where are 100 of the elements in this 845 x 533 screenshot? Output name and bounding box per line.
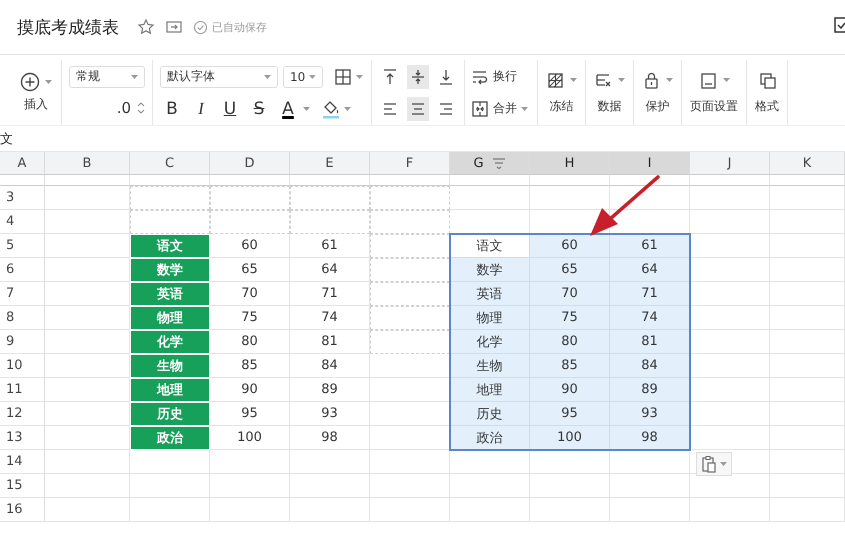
caret-icon	[45, 80, 52, 84]
freeze-button[interactable]: 冻结	[544, 70, 579, 114]
font-size-dropdown[interactable]: 10	[283, 66, 323, 88]
filter-lines-icon	[492, 157, 506, 169]
insert-button[interactable]: 插入	[18, 72, 54, 113]
table-cell: 60	[530, 234, 610, 258]
table-cell: 71	[290, 282, 370, 306]
caret-icon	[570, 78, 577, 82]
row-header[interactable]: 9	[0, 330, 45, 354]
table-cell: 71	[610, 282, 690, 306]
page-icon	[698, 70, 718, 90]
table-cell: 地理	[450, 378, 530, 402]
table-cell: 85	[530, 354, 610, 378]
data-button[interactable]: 数据	[592, 70, 627, 114]
column-header[interactable]: D	[210, 152, 290, 175]
caret-icon	[666, 78, 673, 82]
row-header[interactable]: 15	[0, 474, 45, 498]
freeze-grid-icon	[546, 70, 565, 90]
row-header[interactable]: 8	[0, 306, 45, 330]
table-cell: 100	[530, 426, 610, 450]
table-cell: 85	[210, 354, 290, 378]
table-cell: 数学	[130, 258, 210, 282]
decimal-button[interactable]: .0	[114, 96, 133, 120]
strike-button[interactable]: S	[247, 96, 271, 120]
table-cell: 84	[290, 354, 370, 378]
table-cell: 70	[210, 282, 290, 306]
table-cell: 生物	[130, 354, 210, 378]
table-cell: 84	[610, 354, 690, 378]
column-header[interactable]: I	[610, 152, 690, 175]
formula-content[interactable]: 文	[0, 130, 13, 148]
table-cell: 80	[530, 330, 610, 354]
column-header[interactable]: K	[770, 152, 845, 175]
row-header[interactable]: 12	[0, 402, 45, 426]
table-cell: 74	[290, 306, 370, 330]
row-header[interactable]: 14	[0, 450, 45, 474]
check-circle-icon	[193, 20, 208, 34]
table-cell: 语文	[450, 234, 530, 258]
protect-button[interactable]: 保护	[640, 70, 675, 114]
table-cell: 74	[610, 306, 690, 330]
table-cell: 60	[210, 234, 290, 258]
column-header[interactable]: E	[290, 152, 370, 175]
table-cell: 89	[290, 378, 370, 402]
bold-button[interactable]: B	[160, 96, 184, 120]
font-dropdown[interactable]: 默认字体	[160, 66, 278, 88]
fill-bucket-icon	[321, 98, 341, 118]
page-button[interactable]: 页面设置	[688, 70, 740, 114]
merge-button[interactable]: 合并	[469, 96, 530, 120]
stepper-icon	[137, 100, 145, 114]
table-cell: 80	[210, 330, 290, 354]
row-header[interactable]: 13	[0, 426, 45, 450]
table-cell: 物理	[130, 306, 210, 330]
table-cell: 98	[290, 426, 370, 450]
wrap-icon	[471, 68, 489, 84]
underline-button[interactable]: U	[218, 96, 242, 120]
table-cell: 75	[530, 306, 610, 330]
column-header[interactable]: H	[530, 152, 610, 175]
caret-icon	[344, 106, 351, 110]
row-header[interactable]: 6	[0, 258, 45, 282]
table-cell: 61	[290, 234, 370, 258]
color-button[interactable]: A	[276, 96, 300, 120]
table-cell: 数学	[450, 258, 530, 282]
plus-circle-icon	[20, 72, 40, 92]
italic-button[interactable]: I	[189, 96, 213, 120]
row-header[interactable]: 5	[0, 234, 45, 258]
row-header[interactable]: 3	[0, 186, 45, 210]
align-middle-button[interactable]	[407, 64, 429, 88]
brush-button[interactable]: 格式	[753, 70, 781, 114]
column-header[interactable]: G	[450, 152, 530, 175]
row-header	[0, 175, 45, 186]
column-header[interactable]: F	[370, 152, 450, 175]
caret-icon	[521, 106, 528, 110]
number-format-dropdown[interactable]: 常规	[69, 66, 145, 88]
table-cell: 70	[530, 282, 610, 306]
table-cell: 65	[210, 258, 290, 282]
caret-icon	[618, 78, 625, 82]
caret-icon	[356, 74, 363, 78]
column-header[interactable]: C	[130, 152, 210, 175]
row-header[interactable]: 10	[0, 354, 45, 378]
column-header[interactable]: B	[45, 152, 130, 175]
caret-icon	[131, 74, 138, 78]
row-header[interactable]: 4	[0, 210, 45, 234]
wrap-button[interactable]: 换行	[469, 64, 530, 88]
table-cell: 政治	[450, 426, 530, 450]
align-center-button[interactable]	[407, 96, 429, 120]
table-cell: 历史	[450, 402, 530, 426]
table-cell: 75	[210, 306, 290, 330]
column-header[interactable]: J	[690, 152, 770, 175]
row-header[interactable]: 11	[0, 378, 45, 402]
table-cell: 64	[610, 258, 690, 282]
paste-options-button[interactable]	[696, 452, 732, 476]
table-cell: 90	[210, 378, 290, 402]
table-cell: 89	[610, 378, 690, 402]
table-cell: 语文	[130, 234, 210, 258]
copy-squares-icon	[758, 70, 776, 90]
table-cell: 政治	[130, 426, 210, 450]
row-header[interactable]: 16	[0, 498, 45, 522]
column-header[interactable]: A	[0, 152, 45, 175]
table-cell: 81	[610, 330, 690, 354]
caret-icon	[264, 74, 271, 78]
row-header[interactable]: 7	[0, 282, 45, 306]
